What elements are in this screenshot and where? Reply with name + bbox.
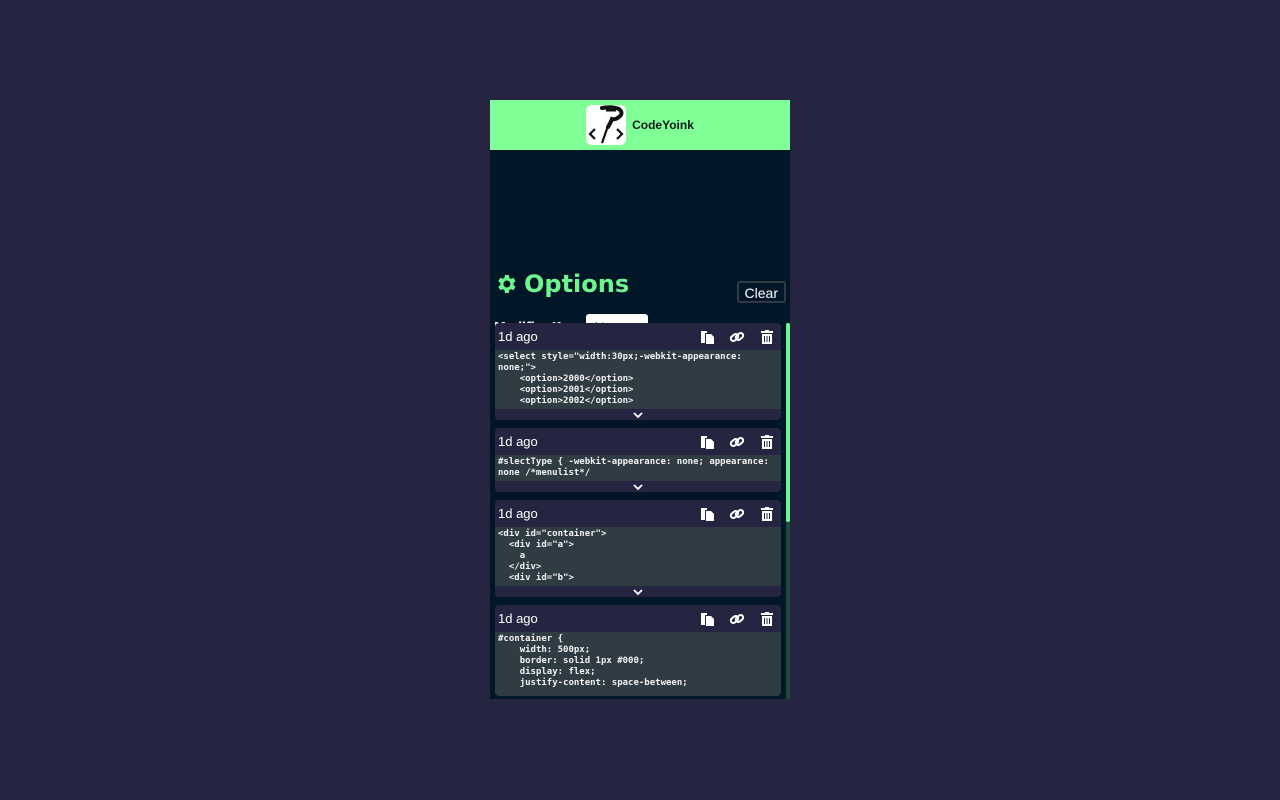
history-item-time: 1d ago [498,506,538,521]
chevron-down-icon [633,411,643,418]
trash-icon[interactable] [759,611,775,627]
history-item: 1d ago <div id="container"> <div id="a">… [495,500,781,597]
chevron-down-icon [633,588,643,595]
history-item: 1d ago #container { width: 500px; border… [495,605,781,696]
brand-name: CodeYoink [632,118,694,132]
copy-icon[interactable] [699,611,715,627]
history-item-code: <div id="container"> <div id="a"> a </di… [495,527,781,586]
options-title: Options [524,270,630,298]
link-icon[interactable] [729,434,745,450]
history-item-time: 1d ago [498,611,538,626]
history-item: 1d ago #slectType { -webkit-appearance: … [495,428,781,492]
history-item-time: 1d ago [498,434,538,449]
extension-popup: CodeYoink Options Modifier Key: None His… [490,100,790,699]
expand-button[interactable] [495,481,781,492]
copy-icon[interactable] [699,329,715,345]
codeyoink-logo-icon [586,105,627,145]
link-icon[interactable] [729,329,745,345]
history-item-code: #container { width: 500px; border: solid… [495,632,781,696]
link-icon[interactable] [729,611,745,627]
scrollbar-thumb[interactable] [786,323,790,522]
trash-icon[interactable] [759,506,775,522]
link-icon[interactable] [729,506,745,522]
gear-icon [498,275,516,293]
options-heading: Options [490,268,629,300]
copy-icon[interactable] [699,434,715,450]
history-item-actions [699,611,775,627]
history-item-header: 1d ago [495,323,781,350]
history-item-header: 1d ago [495,605,781,632]
chevron-down-icon [633,483,643,490]
trash-icon[interactable] [759,329,775,345]
history-item-actions [699,329,775,345]
header-bar: CodeYoink [490,100,790,150]
copy-icon[interactable] [699,506,715,522]
trash-icon[interactable] [759,434,775,450]
expand-button[interactable] [495,409,781,420]
history-item-header: 1d ago [495,428,781,455]
history-item-header: 1d ago [495,500,781,527]
history-item: 1d ago <select style="width:30px;-webkit… [495,323,781,420]
history-item-code: <select style="width:30px;-webkit-appear… [495,350,781,409]
history-item-actions [699,506,775,522]
clear-history-button[interactable]: Clear [736,281,786,303]
history-item-time: 1d ago [498,329,538,344]
scrollbar[interactable] [786,323,790,699]
history-item-code: #slectType { -webkit-appearance: none; a… [495,455,781,481]
expand-button[interactable] [495,586,781,597]
history-list: 1d ago <select style="width:30px;-webkit… [495,323,781,699]
history-item-actions [699,434,775,450]
